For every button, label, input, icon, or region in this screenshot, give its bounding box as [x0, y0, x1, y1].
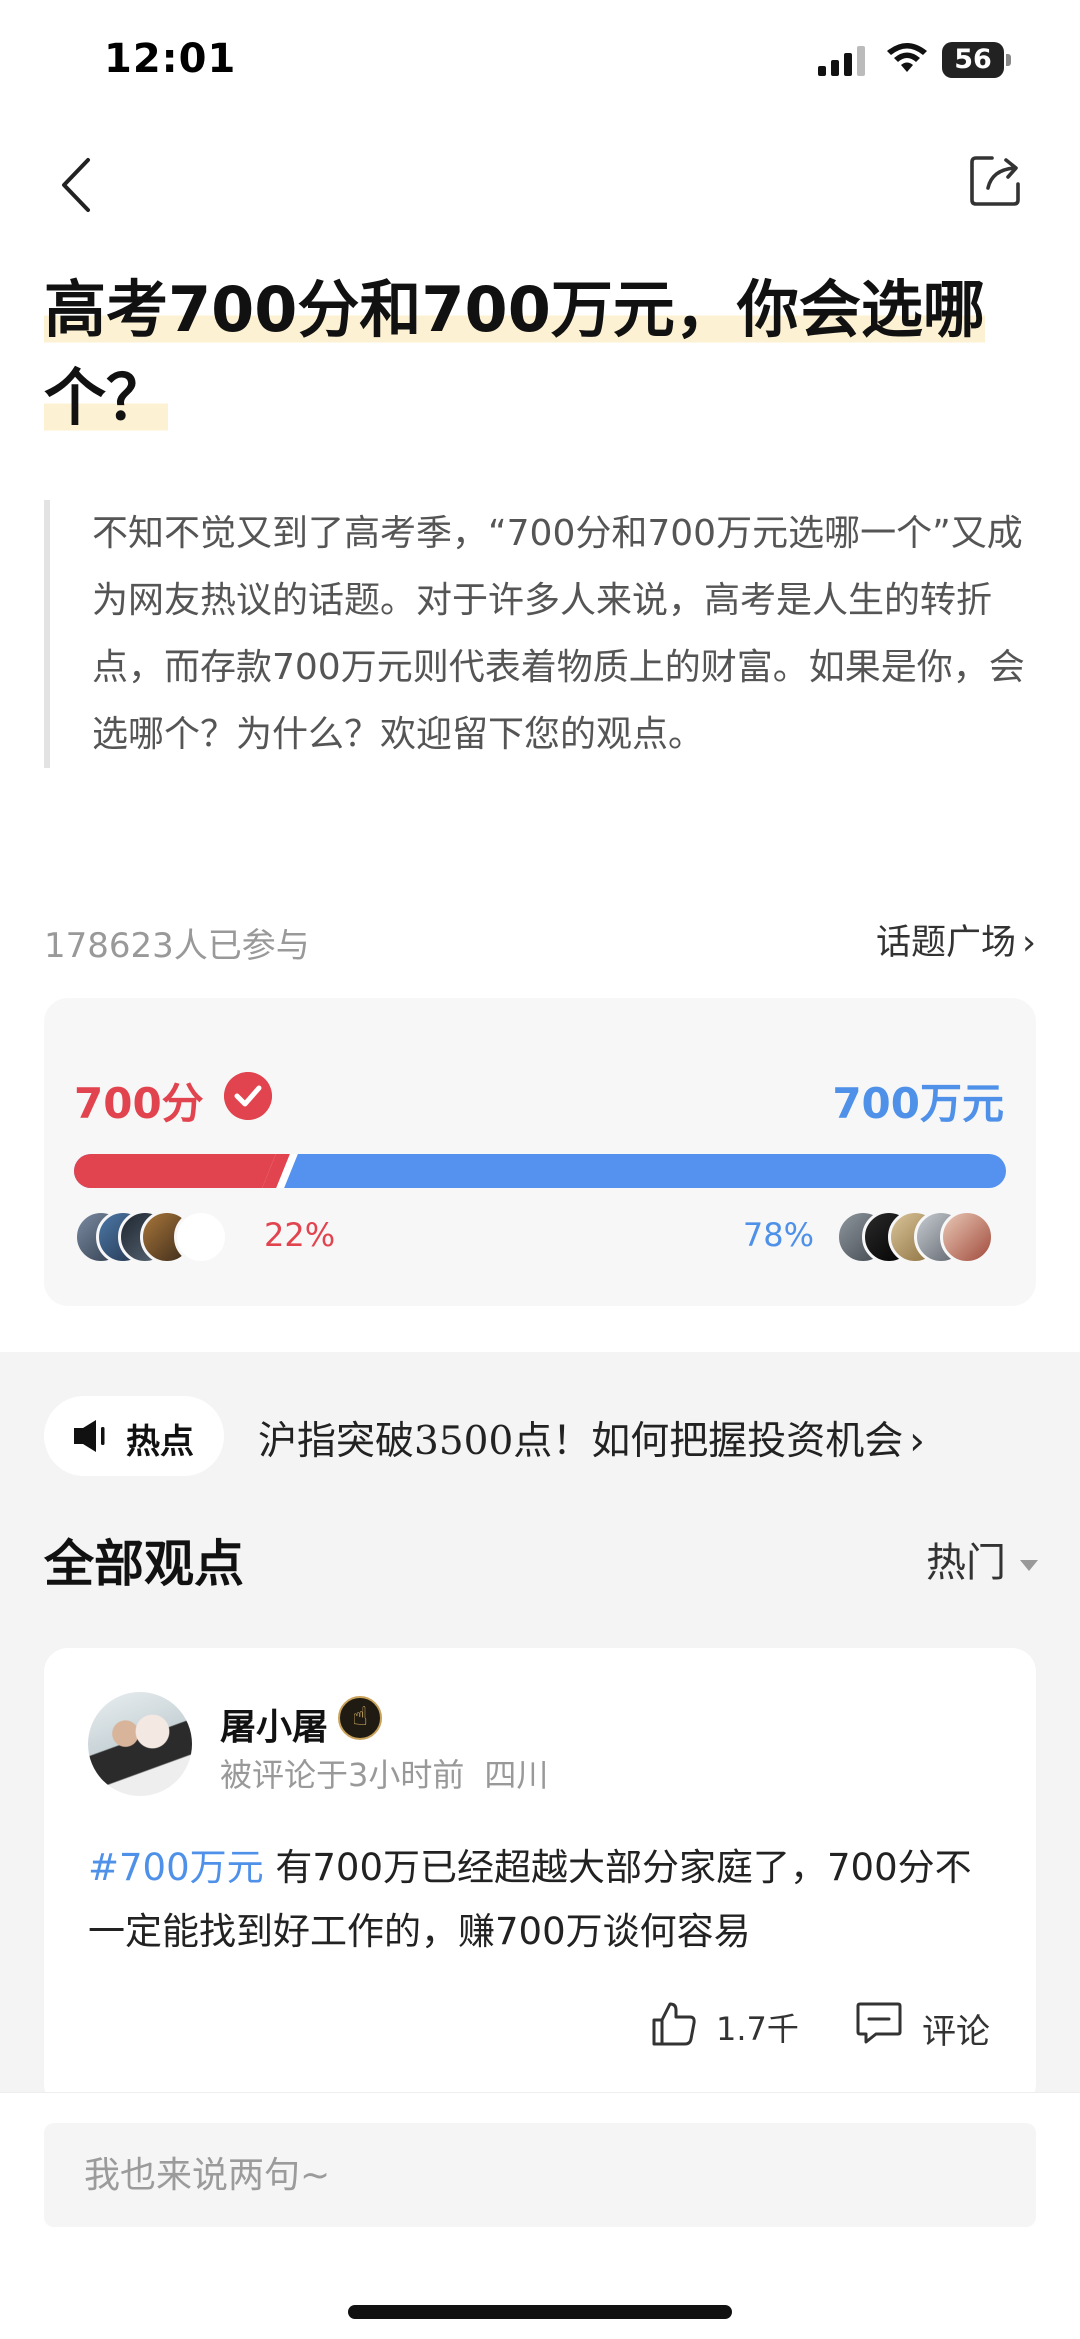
vote-percent-right: 78%	[742, 1216, 814, 1254]
left-voter-avatars	[74, 1210, 228, 1266]
hot-badge: 热点	[44, 1396, 224, 1476]
home-indicator[interactable]	[348, 2305, 732, 2319]
thumbs-up-icon	[652, 2002, 696, 2046]
participant-count: 178623人已参与	[44, 926, 310, 966]
share-icon[interactable]	[966, 150, 1026, 210]
comment-card: 屠小屠 ☝ 被评论于3小时前 四川 #700万元 有700万已经超越大部分家庭了，…	[44, 1648, 1036, 2108]
all-views-heading: 全部观点	[44, 1535, 244, 1593]
caret-down-icon	[1020, 1559, 1038, 1571]
vote-option-left[interactable]: 700分	[74, 1070, 204, 1131]
topic-title: 高考700分和700万元，你会选哪个？	[44, 266, 1034, 442]
avatar[interactable]	[88, 1692, 192, 1796]
cellular-signal-icon	[818, 46, 865, 76]
right-voter-avatars	[836, 1210, 1006, 1266]
comment-label: 评论	[922, 2012, 990, 2052]
like-button[interactable]: 1.7千	[648, 1994, 828, 2054]
vote-progress-left	[74, 1154, 280, 1188]
topic-title-text: 高考700分和700万元，你会选哪个？	[44, 273, 985, 434]
topic-square-label: 话题广场	[875, 923, 1016, 963]
discussion-section: 热点 沪指突破3500点！如何把握投资机会 › 全部观点 热门 屠小屠 ☝ 被评论…	[0, 1352, 1080, 2108]
topic-square-link[interactable]: 话题广场 ›	[876, 914, 1036, 965]
vote-progress-bar	[74, 1154, 1006, 1188]
thumbs-up-badge-icon: ☝	[338, 1696, 382, 1740]
comment-hashtag[interactable]: #700万元	[88, 1846, 264, 1889]
vote-option-right[interactable]: 700万元	[832, 1070, 1004, 1131]
comment-location: 四川	[484, 1756, 549, 1794]
sort-label: 热门	[926, 1540, 1006, 1586]
comment-meta: 被评论于3小时前 四川	[220, 1750, 548, 1796]
vote-percent-left: 22%	[264, 1216, 336, 1254]
sort-dropdown[interactable]: 热门	[926, 1530, 1038, 1588]
hot-topic-link[interactable]: 沪指突破3500点！如何把握投资机会 ›	[258, 1410, 925, 1466]
vote-card: 700分 700万元 22% 78%	[44, 998, 1036, 1306]
battery-level: 56	[954, 44, 992, 75]
chevron-right-icon: ›	[909, 1419, 925, 1464]
avatar	[940, 1210, 994, 1264]
comment-bubble-icon	[856, 2002, 902, 2044]
status-bar: 12:01 56	[0, 0, 1080, 120]
comment-time: 被评论于3小时前	[220, 1756, 465, 1794]
comment-author[interactable]: 屠小屠	[220, 1698, 328, 1750]
comment-body: #700万元 有700万已经超越大部分家庭了，700分不一定能找到好工作的，赚7…	[88, 1836, 1008, 1964]
topic-title-wrap: 高考700分和700万元，你会选哪个？	[44, 266, 1034, 442]
wifi-icon	[887, 43, 927, 72]
comment-input[interactable]	[44, 2123, 1036, 2227]
selected-check-icon	[224, 1072, 272, 1120]
hot-label: 热点	[126, 1422, 194, 1462]
topic-description: 不知不觉又到了高考季，“700分和700万元选哪一个”又成为网友热议的话题。对于…	[44, 500, 1040, 768]
comment-button[interactable]: 评论	[854, 1994, 1004, 2054]
bottom-input-bar	[0, 2092, 1080, 2339]
speaker-icon	[74, 1420, 105, 1452]
status-time: 12:01	[104, 36, 237, 82]
back-chevron-left-icon[interactable]	[54, 150, 104, 220]
like-count: 1.7千	[716, 2010, 799, 2048]
chevron-right-icon: ›	[1022, 923, 1036, 963]
avatar	[174, 1210, 228, 1264]
battery-icon: 56	[942, 42, 1012, 78]
hot-topic-text: 沪指突破3500点！如何把握投资机会	[258, 1419, 904, 1464]
